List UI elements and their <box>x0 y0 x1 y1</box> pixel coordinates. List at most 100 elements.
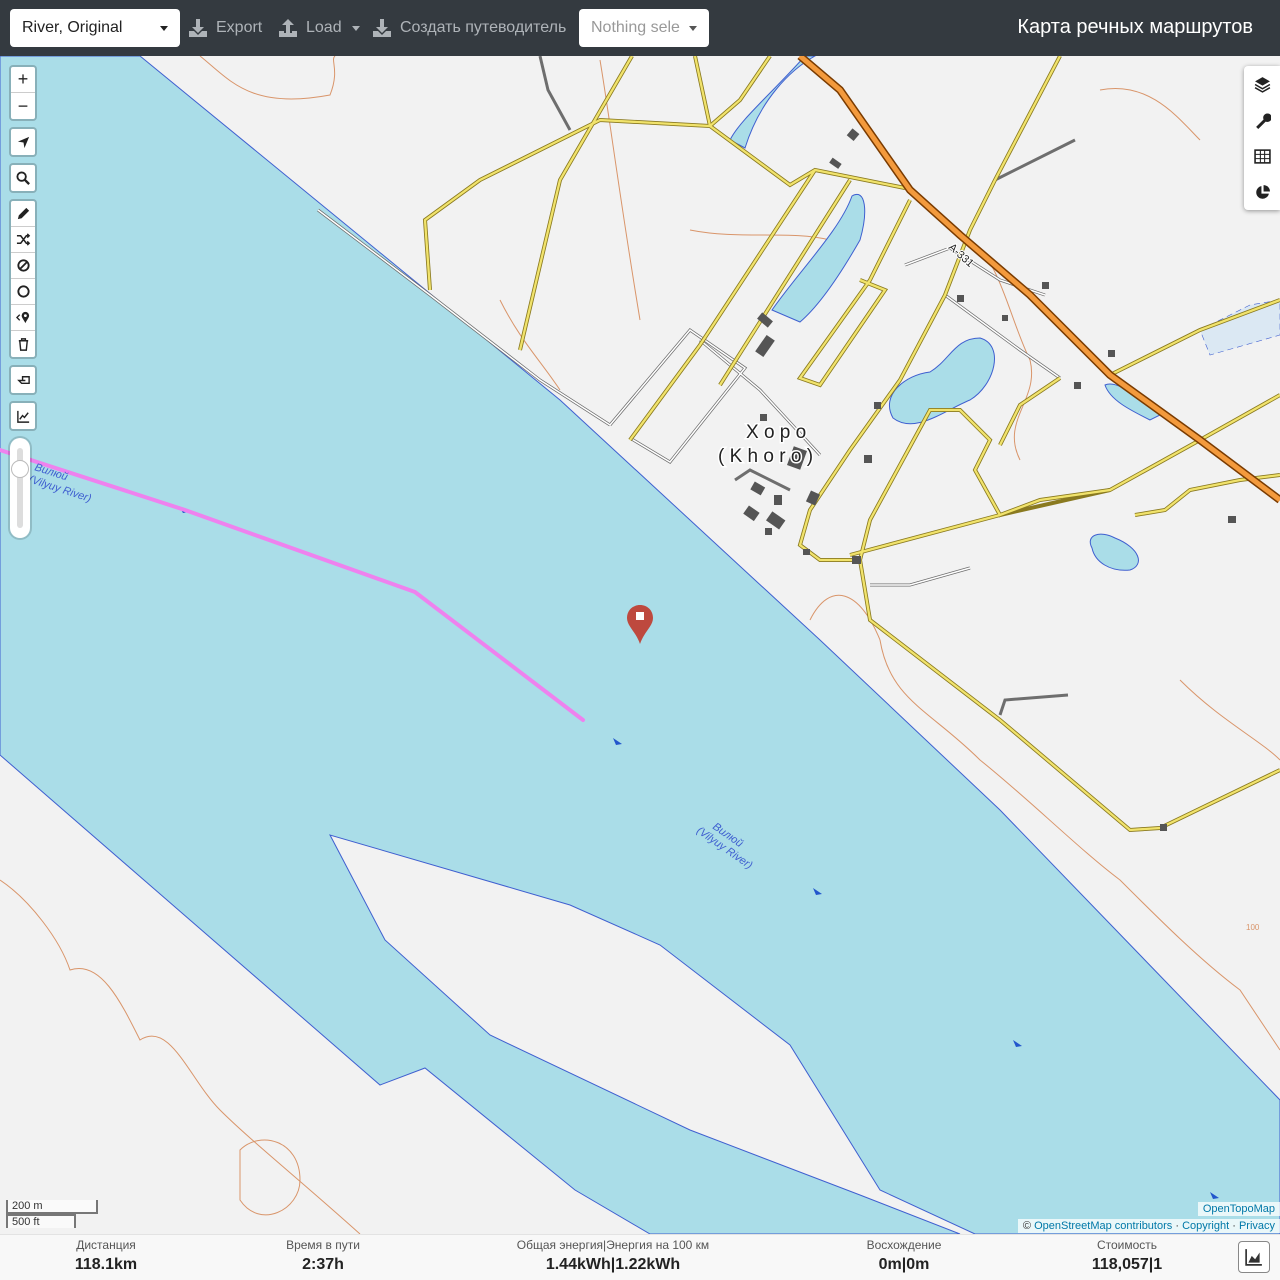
ascent-up: 0 <box>878 1256 888 1273</box>
attribution: © OpenStreetMap contributors · Copyright… <box>1017 1219 1280 1233</box>
stat-time: Время в пути 2:37h <box>270 1238 376 1274</box>
download-icon <box>189 19 207 37</box>
chevron-down-icon <box>160 26 168 31</box>
stat-energy-value: 1.44kWh|1.22kWh <box>498 1256 728 1274</box>
chart-toggle-button[interactable] <box>1238 1241 1270 1273</box>
map-marker-icon <box>15 311 29 324</box>
zoom-out-button[interactable]: − <box>11 93 35 119</box>
trash-icon <box>18 337 28 351</box>
analysis-button[interactable] <box>1244 174 1280 210</box>
elevation-control <box>9 401 37 431</box>
ban-icon <box>16 259 30 272</box>
app-title: Карта речных маршрутов <box>1017 16 1253 38</box>
town-label-en: ( K h o r o ) <box>718 446 813 467</box>
table-icon <box>1253 148 1271 164</box>
stat-distance-label: Дистанция <box>76 1238 136 1252</box>
scale-bar: 200 m 500 ft <box>6 1200 98 1228</box>
stat-energy: Общая энергия|Энергия на 100 км 1.44kWh|… <box>498 1238 728 1274</box>
export-button[interactable]: Export <box>188 9 262 47</box>
energy-total: 1.44 <box>545 1256 577 1273</box>
map-view[interactable]: Х о р о ( K h o r o ) Вилюй (Vilyuy Rive… <box>0 56 1280 1234</box>
shuffle-icon <box>16 233 30 246</box>
draw-route-button[interactable] <box>11 201 35 227</box>
time-unit: h <box>334 1256 344 1273</box>
pointer-button[interactable] <box>11 367 35 393</box>
wrench-icon <box>1255 112 1271 129</box>
energy-per-100-unit: kWh <box>646 1256 681 1273</box>
create-guide-button[interactable]: Создать путеводитель <box>372 9 566 47</box>
town-label-ru: Х о р о <box>746 422 806 443</box>
selection-dropdown-value: Nothing sele <box>591 19 680 36</box>
profile-select[interactable]: River, Original <box>10 9 180 47</box>
map-tiles: Х о р о ( K h o r o ) Вилюй (Vilyuy Rive… <box>0 56 1280 1234</box>
no-go-area-button[interactable] <box>11 253 35 279</box>
line-chart-icon <box>16 410 29 423</box>
circle-icon <box>16 285 30 298</box>
draw-toolbar <box>9 199 37 359</box>
attribution-prefix: © <box>1022 1220 1032 1232</box>
export-label: Export <box>216 19 263 36</box>
ascent-up-unit: m <box>887 1256 902 1273</box>
elevation-profile-button[interactable] <box>11 403 35 429</box>
area-chart-icon <box>1245 1249 1262 1266</box>
location-arrow-icon <box>17 136 29 148</box>
settings-button[interactable] <box>1244 102 1280 138</box>
ascent-down-unit: m <box>915 1256 930 1273</box>
pie-chart-icon <box>1255 184 1270 199</box>
stat-cost: Стоимость 118,057|1 <box>1076 1238 1178 1274</box>
locate-control <box>9 127 37 157</box>
reverse-route-button[interactable] <box>11 227 35 253</box>
zoom-slider[interactable] <box>10 438 30 538</box>
osm-link[interactable]: OpenStreetMap contributors <box>1034 1220 1172 1232</box>
stat-distance-value: 118.1km <box>60 1256 152 1274</box>
route-stats-bar: Дистанция 118.1km Время в пути 2:37h Общ… <box>0 1234 1280 1280</box>
hand-pointer-icon <box>16 375 30 384</box>
selection-dropdown[interactable]: Nothing sele <box>579 9 709 47</box>
copyright-link[interactable]: Copyright <box>1182 1220 1229 1232</box>
pencil-icon <box>17 207 29 220</box>
layers-button[interactable] <box>1244 66 1280 102</box>
contour-label: 100 <box>1246 923 1260 932</box>
energy-total-unit: kWh <box>576 1256 611 1273</box>
upload-icon <box>279 19 297 37</box>
attribution-sep: · <box>1232 1220 1236 1232</box>
search-control <box>9 163 37 193</box>
table-button[interactable] <box>1244 138 1280 174</box>
create-guide-label: Создать путеводитель <box>400 19 567 36</box>
stat-time-value: 2:37h <box>270 1256 376 1274</box>
stat-time-label: Время в пути <box>286 1238 360 1252</box>
download-icon <box>373 19 391 37</box>
chevron-down-icon <box>689 26 697 31</box>
zoom-control: + − <box>9 65 37 121</box>
circle-area-button[interactable] <box>11 279 35 305</box>
zoom-in-button[interactable]: + <box>11 67 35 93</box>
attribution-topo[interactable]: OpenTopoMap <box>1197 1202 1280 1216</box>
layers-icon <box>1254 76 1270 93</box>
profile-select-value: River, Original <box>22 19 123 36</box>
cost-factor: 1 <box>1153 1256 1163 1273</box>
poi-button[interactable] <box>11 305 35 331</box>
stat-ascent: Восхождение 0m|0m <box>848 1238 960 1274</box>
attribution-sep: · <box>1175 1220 1179 1232</box>
chevron-down-icon <box>351 25 360 31</box>
undo-control <box>9 365 37 395</box>
search-icon <box>15 170 30 185</box>
scale-metric: 200 m <box>6 1200 98 1214</box>
zoom-slider-handle[interactable] <box>11 459 29 478</box>
distance-unit: km <box>114 1256 138 1273</box>
load-button[interactable]: Load <box>278 9 360 47</box>
stat-cost-label: Стоимость <box>1096 1238 1158 1252</box>
cost-total: 118,057 <box>1091 1256 1149 1273</box>
stat-cost-value: 118,057|1 <box>1076 1256 1178 1274</box>
search-button[interactable] <box>11 165 35 191</box>
privacy-link[interactable]: Privacy <box>1239 1220 1275 1232</box>
stat-ascent-value: 0m|0m <box>848 1256 960 1274</box>
time-number: 2:37 <box>302 1256 335 1273</box>
locate-button[interactable] <box>11 129 35 155</box>
right-toolbar <box>1244 66 1280 210</box>
stat-energy-label: Общая энергия|Энергия на 100 км <box>516 1238 710 1252</box>
ascent-down: 0 <box>906 1256 916 1273</box>
distance-number: 118.1 <box>74 1256 115 1273</box>
delete-route-button[interactable] <box>11 331 35 357</box>
top-navbar: River, Original Export Load Создать путе… <box>0 0 1280 56</box>
